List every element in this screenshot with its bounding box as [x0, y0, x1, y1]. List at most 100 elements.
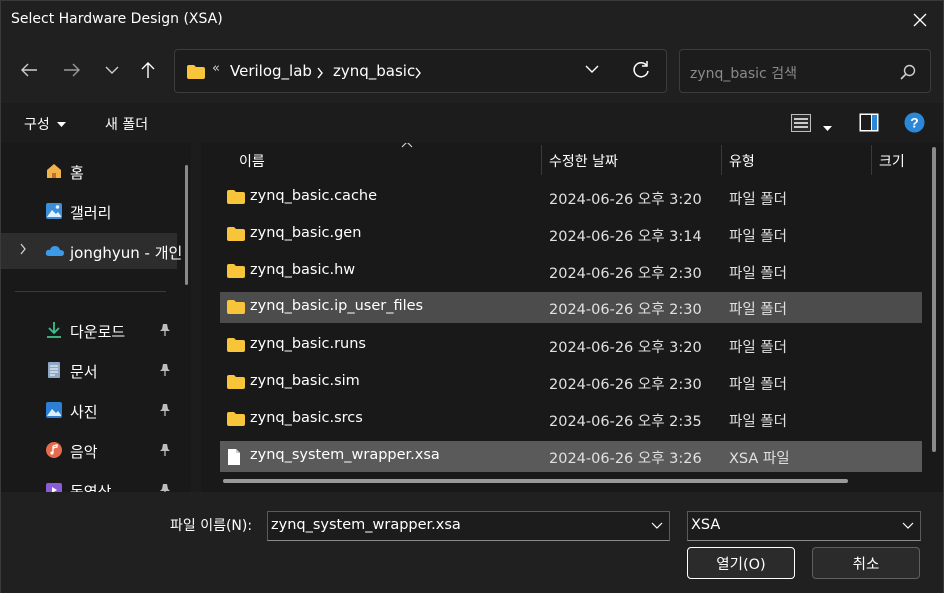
forward-button[interactable] [55, 53, 89, 87]
sidebar-item-label: 사진 [70, 403, 98, 421]
address-dropdown-button[interactable] [585, 62, 599, 80]
sidebar-scrollbar[interactable] [185, 165, 188, 285]
preview-pane-icon [859, 113, 879, 132]
preview-pane-button[interactable] [859, 113, 879, 136]
sidebar-item-home[interactable]: 홈 [1, 153, 177, 189]
file-name: zynq_basic.runs [250, 336, 366, 352]
filename-value: zynq_system_wrapper.xsa [271, 517, 461, 533]
file-type: 파일 폴더 [729, 340, 787, 356]
new-folder-button[interactable]: 새 폴더 [105, 114, 148, 134]
breadcrumb-segment-1[interactable]: zynq_basic [333, 62, 415, 80]
navigation-bar: « Verilog_lab zynq_basic zynq_basic 검색 [1, 39, 943, 103]
document-icon [48, 362, 60, 378]
search-input[interactable]: zynq_basic 검색 [690, 63, 797, 83]
folder-icon [227, 375, 245, 389]
folder-icon [187, 65, 205, 79]
chevron-down-icon [902, 522, 914, 529]
dialog-footer: 파일 이름(N): zynq_system_wrapper.xsa XSA 열기… [1, 492, 943, 593]
refresh-icon [633, 61, 649, 78]
help-button[interactable]: ? [904, 112, 925, 137]
chevron-down-icon[interactable] [651, 520, 663, 530]
pin-icon [160, 324, 170, 336]
sidebar-divider [15, 291, 166, 292]
svg-text:?: ? [910, 115, 919, 131]
file-modified: 2024-06-26 오후 2:30 [549, 302, 702, 318]
arrow-left-icon [21, 63, 37, 77]
table-row[interactable]: zynq_basic.sim 2024-06-26 오후 2:30 파일 폴더 [220, 367, 922, 398]
filename-field[interactable]: zynq_system_wrapper.xsa [267, 511, 670, 541]
file-modified: 2024-06-26 오후 3:20 [549, 340, 702, 356]
breadcrumb-segment-0[interactable]: Verilog_lab [230, 62, 312, 80]
sidebar-item-videos[interactable]: 동영상 [1, 472, 177, 492]
address-bar[interactable]: « Verilog_lab zynq_basic [174, 49, 667, 93]
file-type: 파일 폴더 [729, 229, 787, 245]
folder-icon [227, 300, 245, 314]
folder-icon [227, 264, 245, 278]
file-modified: 2024-06-26 오후 2:30 [549, 266, 702, 282]
file-type: XSA 파일 [729, 451, 790, 467]
horizontal-scrollbar[interactable] [223, 479, 848, 483]
table-row[interactable]: zynq_basic.runs 2024-06-26 오후 3:20 파일 폴더 [220, 330, 922, 361]
sidebar-item-music[interactable]: 음악 [1, 432, 177, 468]
sidebar-item-label: jonghyun - 개인 [70, 244, 183, 262]
caret-down-icon [57, 122, 67, 127]
sidebar-item-onedrive[interactable]: jonghyun - 개인 [1, 233, 182, 269]
recent-locations-button[interactable] [95, 53, 129, 87]
view-options-button[interactable] [791, 114, 811, 136]
up-button[interactable] [131, 53, 165, 87]
column-header-name[interactable]: 이름 [220, 143, 541, 175]
file-type: 파일 폴더 [729, 377, 787, 393]
cancel-button[interactable]: 취소 [812, 547, 920, 579]
search-box[interactable]: zynq_basic 검색 [679, 49, 931, 93]
table-row[interactable]: zynq_basic.hw 2024-06-26 오후 2:30 파일 폴더 [220, 256, 922, 287]
organize-menu[interactable]: 구성 [24, 114, 67, 134]
sidebar-item-label: 문서 [70, 363, 98, 381]
folder-icon [227, 227, 245, 241]
open-button[interactable]: 열기(O) [687, 547, 795, 579]
table-row[interactable]: zynq_basic.srcs 2024-06-26 오후 2:35 파일 폴더 [220, 404, 922, 435]
file-name: zynq_basic.gen [250, 225, 362, 241]
column-header-size[interactable]: 크기 [871, 143, 931, 175]
help-icon: ? [904, 112, 925, 133]
sidebar-item-documents[interactable]: 문서 [1, 352, 177, 388]
pin-icon [160, 444, 170, 456]
refresh-button[interactable] [631, 60, 651, 84]
folder-icon [227, 338, 245, 352]
sidebar-item-pictures[interactable]: 사진 [1, 392, 177, 428]
file-name: zynq_system_wrapper.xsa [250, 447, 440, 463]
sidebar-item-label: 홈 [70, 164, 84, 182]
sidebar-item-gallery[interactable]: 갤러리 [1, 193, 177, 229]
table-row[interactable]: zynq_basic.ip_user_files 2024-06-26 오후 2… [220, 292, 922, 323]
pin-icon [160, 404, 170, 416]
column-label: 수정한 날짜 [549, 154, 618, 170]
download-icon [47, 322, 61, 338]
vertical-scrollbar[interactable] [932, 147, 936, 452]
file-dialog: Select Hardware Design (XSA) « Verilog_l… [0, 0, 944, 593]
column-header-modified[interactable]: 수정한 날짜 [541, 143, 721, 175]
file-name: zynq_basic.srcs [250, 410, 363, 426]
view-dropdown-button[interactable] [823, 120, 832, 136]
home-icon [47, 164, 61, 178]
address-overflow[interactable]: « [212, 61, 220, 76]
close-button[interactable] [897, 1, 943, 39]
filter-value: XSA [691, 517, 721, 533]
table-row[interactable]: zynq_basic.gen 2024-06-26 오후 3:14 파일 폴더 [220, 219, 922, 250]
gallery-icon [46, 203, 62, 219]
file-modified: 2024-06-26 오후 2:35 [549, 414, 702, 430]
organize-label: 구성 [24, 117, 50, 133]
chevron-down-icon [105, 66, 119, 74]
column-header-type[interactable]: 유형 [721, 143, 871, 175]
sidebar-item-label: 다운로드 [70, 323, 126, 341]
details-view-icon [791, 114, 811, 132]
file-type-filter[interactable]: XSA [687, 511, 921, 541]
file-modified: 2024-06-26 오후 2:30 [549, 377, 702, 393]
sidebar-item-downloads[interactable]: 다운로드 [1, 312, 177, 348]
table-row[interactable]: zynq_system_wrapper.xsa 2024-06-26 오후 3:… [220, 441, 922, 472]
breadcrumb-chevron-icon [415, 67, 421, 79]
sort-ascending-icon [401, 143, 413, 148]
music-icon [46, 442, 62, 458]
command-bar: 구성 새 폴더 ? [1, 103, 943, 143]
sidebar-item-label: 동영상 [70, 483, 112, 492]
back-button[interactable] [12, 53, 46, 87]
table-row[interactable]: zynq_basic.cache 2024-06-26 오후 3:20 파일 폴… [220, 182, 922, 213]
